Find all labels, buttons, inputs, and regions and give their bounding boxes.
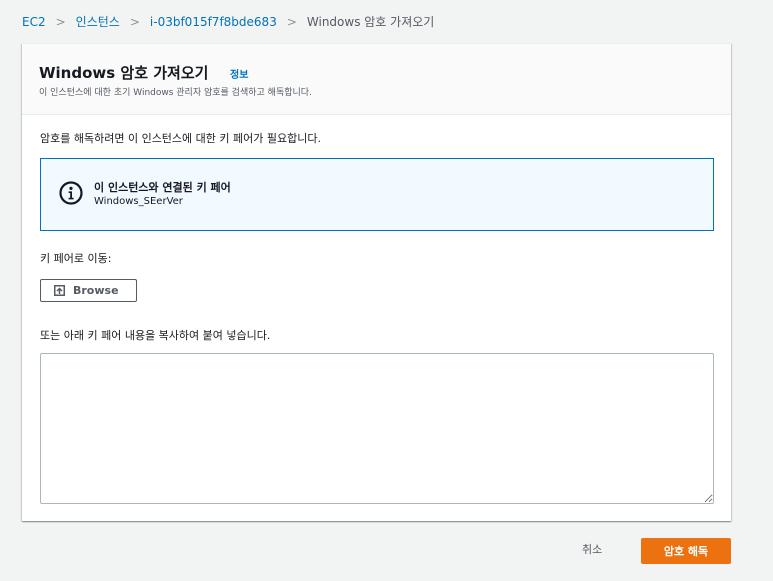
breadcrumb-separator-icon: > <box>286 14 297 29</box>
page-title: Windows 암호 가져오기 <box>39 64 209 82</box>
paste-key-pair-label: 또는 아래 키 페어 내용을 복사하여 붙여 넣습니다. <box>40 329 271 342</box>
breadcrumb-separator-icon: > <box>55 14 66 29</box>
info-box-title: 이 인스턴스와 연결된 키 페어 <box>94 181 231 194</box>
decrypt-password-button[interactable]: 암호 해독 <box>641 538 731 564</box>
get-windows-password-panel: Windows 암호 가져오기 정보 이 인스턴스에 대한 초기 Windows… <box>22 43 731 521</box>
cancel-button[interactable]: 취소 <box>582 541 602 557</box>
key-pair-name: Windows_SEerVer <box>94 196 183 207</box>
upload-icon <box>54 285 65 296</box>
intro-text: 암호를 해독하려면 이 인스턴스에 대한 키 페어가 필요합니다. <box>40 132 321 145</box>
key-pair-content-textarea[interactable] <box>40 353 714 504</box>
breadcrumb-ec2[interactable]: EC2 <box>22 15 46 29</box>
browse-button[interactable]: Browse <box>40 279 137 302</box>
key-pair-info-box: 이 인스턴스와 연결된 키 페어 Windows_SEerVer <box>40 158 714 231</box>
breadcrumb-instance-id[interactable]: i-03bf015f7f8bde683 <box>150 15 277 29</box>
breadcrumb-separator-icon: > <box>129 14 140 29</box>
info-link[interactable]: 정보 <box>230 66 248 81</box>
panel-description: 이 인스턴스에 대한 초기 Windows 관리자 암호를 검색하고 해독합니다… <box>39 88 312 98</box>
browse-button-label: Browse <box>73 284 119 297</box>
panel-header: Windows 암호 가져오기 정보 이 인스턴스에 대한 초기 Windows… <box>22 44 731 115</box>
breadcrumb-current: Windows 암호 가져오기 <box>306 15 435 29</box>
breadcrumb-instances[interactable]: 인스턴스 <box>76 13 120 30</box>
move-to-key-pair-label: 키 페어로 이동: <box>40 252 112 265</box>
info-icon <box>59 181 83 205</box>
breadcrumb: EC2 > 인스턴스 > i-03bf015f7f8bde683 > Windo… <box>22 13 434 30</box>
